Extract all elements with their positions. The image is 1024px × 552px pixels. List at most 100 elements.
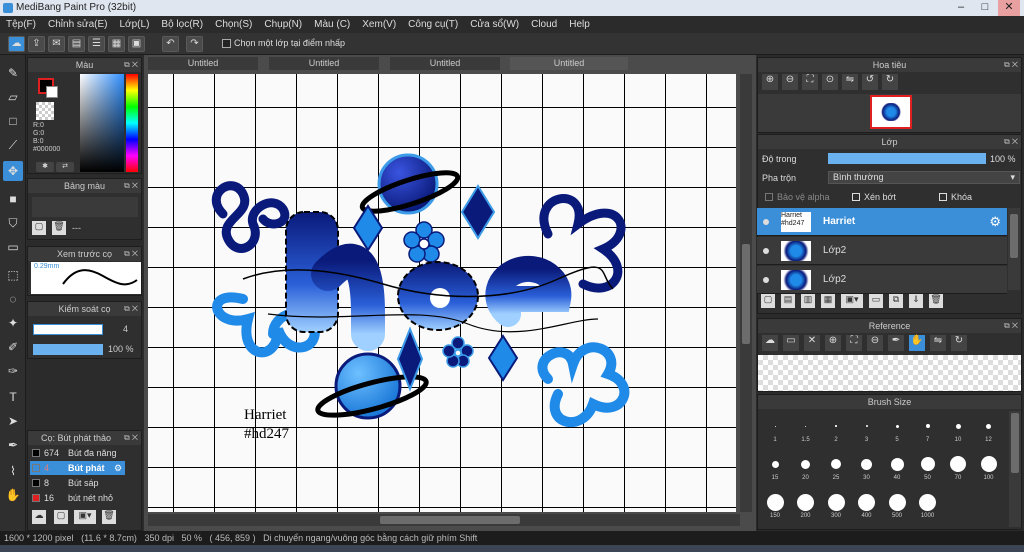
brush-size-option[interactable]: 400	[852, 493, 882, 519]
brush-size-scrollbar[interactable]	[1009, 411, 1021, 527]
menu-tools[interactable]: Công cụ(T)	[408, 19, 458, 30]
navigator-viewport[interactable]	[870, 95, 912, 129]
fill-rect-tool-icon[interactable]: ■	[3, 189, 23, 209]
menu-select[interactable]: Chọn(S)	[215, 19, 252, 30]
comment-icon[interactable]: ✉	[48, 36, 65, 52]
reference-cloud-icon[interactable]: ☁	[762, 335, 778, 351]
eyedropper-tool-icon[interactable]: ✒	[3, 435, 23, 455]
reference-zoom-in-icon[interactable]: ⊕	[825, 335, 841, 351]
protect-alpha-checkbox[interactable]	[765, 193, 773, 201]
brush-size-option[interactable]: 70	[943, 455, 973, 481]
list-icon[interactable]: ☰	[88, 36, 105, 52]
brush-size-option[interactable]: 5	[882, 417, 912, 443]
menu-help[interactable]: Help	[569, 19, 590, 30]
reference-eyedropper-icon[interactable]: ✒	[888, 335, 904, 351]
rotate-right-icon[interactable]: ↻	[882, 74, 898, 90]
brush-size-slider[interactable]	[33, 324, 103, 335]
brush-tool-icon[interactable]: ✎	[3, 63, 23, 83]
menu-cloud[interactable]: Cloud	[531, 19, 557, 30]
open-reference-icon[interactable]: ▭	[783, 335, 799, 351]
menu-edit[interactable]: Chỉnh sửa(E)	[48, 19, 108, 30]
gradient-tool-icon[interactable]: ▭	[3, 237, 23, 257]
brush-settings-icon[interactable]: ⚙	[114, 461, 122, 475]
shape-tool-icon[interactable]: ⟋	[3, 135, 23, 155]
share-icon[interactable]: ⇪	[28, 36, 45, 52]
reference-fit-icon[interactable]: ⛶	[846, 335, 862, 351]
new-folder-icon[interactable]: ▭	[869, 294, 883, 308]
menu-snap[interactable]: Chụp(N)	[264, 19, 302, 30]
blend-mode-select[interactable]: Bình thường ▾	[828, 171, 1020, 184]
canvas-horizontal-scrollbar[interactable]	[148, 514, 740, 526]
brush-size-option[interactable]: 3	[852, 417, 882, 443]
brush-size-option[interactable]: 300	[821, 493, 851, 519]
reference-flip-icon[interactable]: ⇋	[930, 335, 946, 351]
brush-size-option[interactable]: 50	[913, 455, 943, 481]
transparent-color-swatch[interactable]	[36, 102, 54, 120]
menu-color[interactable]: Màu (C)	[314, 19, 350, 30]
magic-wand-tool-icon[interactable]: ✦	[3, 313, 23, 333]
select-one-layer-checkbox[interactable]	[222, 39, 231, 48]
brush-size-option[interactable]: 1.5	[791, 417, 821, 443]
new-1bit-layer-icon[interactable]: ▦	[821, 294, 835, 308]
document-tab-2[interactable]: Untitled	[269, 57, 379, 70]
cloud-icon[interactable]: ☁	[8, 36, 25, 52]
duplicate-layer-icon[interactable]: ⧉	[889, 294, 903, 308]
brush-size-option[interactable]: 7	[913, 417, 943, 443]
brush-size-option[interactable]: 10	[943, 417, 973, 443]
add-brush-icon[interactable]: ☁	[32, 510, 46, 524]
brush-size-option[interactable]: 15	[760, 455, 790, 481]
actual-size-icon[interactable]: ⊙	[822, 74, 838, 90]
saturation-value-picker[interactable]	[80, 74, 124, 172]
clipping-checkbox[interactable]	[852, 193, 860, 201]
palette-area[interactable]	[32, 197, 138, 217]
grid-icon[interactable]: ▦	[108, 36, 125, 52]
add-layer-menu-icon[interactable]: ▣▾	[841, 294, 863, 308]
brush-size-option[interactable]: 30	[852, 455, 882, 481]
brush-size-option[interactable]: 12	[974, 417, 1004, 443]
brush-size-option[interactable]: 500	[882, 493, 912, 519]
menu-file[interactable]: Tệp(F)	[6, 19, 36, 30]
layer-opacity-slider[interactable]	[828, 153, 986, 164]
brush-size-option[interactable]: 25	[821, 455, 851, 481]
blur-tool-icon[interactable]: ⌇	[3, 461, 23, 481]
background-color-swatch[interactable]	[46, 86, 58, 98]
new-layer-icon[interactable]: ▢	[761, 294, 775, 308]
visibility-eye-icon[interactable]	[763, 219, 769, 225]
eraser-tool-icon[interactable]: ▱	[3, 87, 23, 107]
hue-slider[interactable]	[126, 74, 138, 172]
layer-settings-icon[interactable]: ⚙	[989, 214, 1001, 230]
color-mode-button[interactable]: ✱	[36, 162, 54, 172]
brush-list-item[interactable]: 8 Bút sáp	[30, 476, 125, 490]
note-icon[interactable]: ▤	[68, 36, 85, 52]
visibility-eye-icon[interactable]	[763, 248, 769, 254]
operation-tool-icon[interactable]: ➤	[3, 411, 23, 431]
brush-menu-icon[interactable]: ▣▾	[74, 510, 96, 524]
zoom-out-icon[interactable]: ⊖	[782, 74, 798, 90]
new-brush-icon[interactable]: ▢	[54, 510, 68, 524]
window-icon[interactable]: ▣	[128, 36, 145, 52]
select-eraser-tool-icon[interactable]: ✑	[3, 361, 23, 381]
minimize-button[interactable]: –	[950, 0, 972, 16]
document-tab-4[interactable]: Untitled	[510, 57, 628, 70]
menu-view[interactable]: Xem(V)	[362, 19, 396, 30]
brush-size-option[interactable]: 1	[760, 417, 790, 443]
menu-filter[interactable]: Bộ lọc(R)	[161, 19, 203, 30]
brush-size-option[interactable]: 100	[974, 455, 1004, 481]
brush-size-option[interactable]: 2	[821, 417, 851, 443]
document-tab-3[interactable]: Untitled	[390, 57, 500, 70]
hand-tool-icon[interactable]: ✋	[3, 485, 23, 505]
brush-size-option[interactable]: 150	[760, 493, 790, 519]
panel-popout-icon[interactable]: ⧉ ✕	[124, 58, 138, 72]
brush-list-item[interactable]: 674 Bút đa năng	[30, 446, 125, 460]
canvas-vertical-scrollbar[interactable]	[740, 74, 752, 512]
new-8bit-layer-icon[interactable]: ▥	[801, 294, 815, 308]
close-button[interactable]: ✕	[998, 0, 1020, 16]
text-tool-icon[interactable]: T	[3, 387, 23, 407]
undo-icon[interactable]: ↶	[162, 36, 179, 52]
brush-size-option[interactable]: 40	[882, 455, 912, 481]
new-halftone-layer-icon[interactable]: ▤	[781, 294, 795, 308]
layer-row[interactable]: Harriet #hd247 Harriet ⚙	[757, 208, 1007, 236]
add-palette-icon[interactable]: ▢	[32, 221, 46, 235]
select-pen-tool-icon[interactable]: ✐	[3, 337, 23, 357]
zoom-in-icon[interactable]: ⊕	[762, 74, 778, 90]
